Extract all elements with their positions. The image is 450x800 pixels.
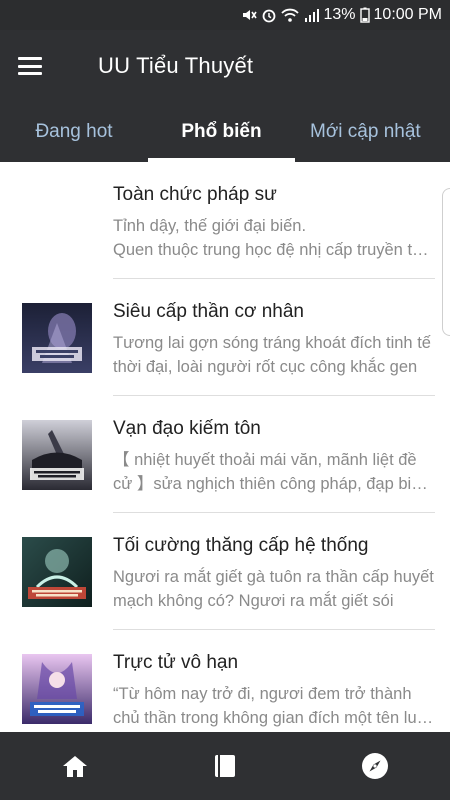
book-title: Tối cường thăng cấp hệ thống (113, 535, 369, 556)
book-item[interactable]: Vạn đạo kiếm tôn 【 nhiệt huyết thoải mái… (0, 396, 450, 513)
home-icon (63, 756, 87, 777)
clock: 10:00 PM (373, 6, 442, 23)
book-title: Trực tử vô hạn (113, 652, 239, 673)
app-bar: UU Tiểu Thuyết (0, 30, 450, 102)
wifi-icon (281, 7, 300, 23)
status-bar: 13% 10:00 PM (0, 0, 450, 30)
menu-icon (18, 57, 42, 75)
battery-icon (359, 7, 370, 23)
nav-bookshelf-button[interactable] (195, 736, 255, 796)
book-title: Vạn đạo kiếm tôn (113, 418, 261, 439)
book-item[interactable]: Toàn chức pháp sư Tỉnh dậy, thế giới đại… (0, 162, 450, 279)
tab-bar: Đang hot Phổ biến Mới cập nhật (0, 102, 450, 162)
book-cover (22, 186, 92, 256)
book-description: “Từ hôm nay trở đi, ngươi đem trở thành … (113, 685, 435, 727)
book-item[interactable]: Trực tử vô hạn “Từ hôm nay trở đi, ngươi… (0, 630, 450, 732)
book-title: Siêu cấp thần cơ nhân (113, 301, 304, 322)
book-description: 【 nhiệt huyết thoải mái văn, mãnh liệt đ… (113, 451, 430, 493)
compass-icon (362, 753, 388, 779)
bottom-nav (0, 732, 450, 800)
book-cover (22, 654, 92, 724)
menu-button[interactable] (0, 30, 60, 102)
alarm-icon (261, 7, 277, 23)
tab-moi-cap-nhat[interactable]: Mới cập nhật (310, 102, 450, 162)
book-description: Tương lai gợn sóng tráng khoát đích tinh… (113, 334, 431, 376)
book-cover (22, 303, 92, 373)
nav-explore-button[interactable] (345, 736, 405, 796)
tab-dang-hot[interactable]: Đang hot (0, 102, 148, 162)
book-cover (22, 537, 92, 607)
side-drawer-handle[interactable] (442, 188, 450, 336)
book-item[interactable]: Tối cường thăng cấp hệ thống Ngươi ra mắ… (0, 513, 450, 630)
book-description: Ngươi ra mắt giết gà tuôn ra thần cấp hu… (113, 568, 434, 610)
app-title: UU Tiểu Thuyết (98, 53, 254, 78)
book-cover (22, 420, 92, 490)
battery-percent: 13% (323, 6, 356, 23)
book-item[interactable]: Siêu cấp thần cơ nhân Tương lai gợn sóng… (0, 279, 450, 396)
nav-home-button[interactable] (45, 736, 105, 796)
book-list: Toàn chức pháp sư Tỉnh dậy, thế giới đại… (0, 162, 450, 732)
book-description: Tỉnh dậy, thế giới đại biến. Quen thuộc … (113, 217, 431, 259)
book-icon (215, 755, 235, 777)
signal-icon (303, 7, 320, 23)
mute-icon (241, 7, 258, 23)
book-title: Toàn chức pháp sư (113, 184, 277, 205)
tab-pho-bien[interactable]: Phổ biến (148, 102, 295, 162)
